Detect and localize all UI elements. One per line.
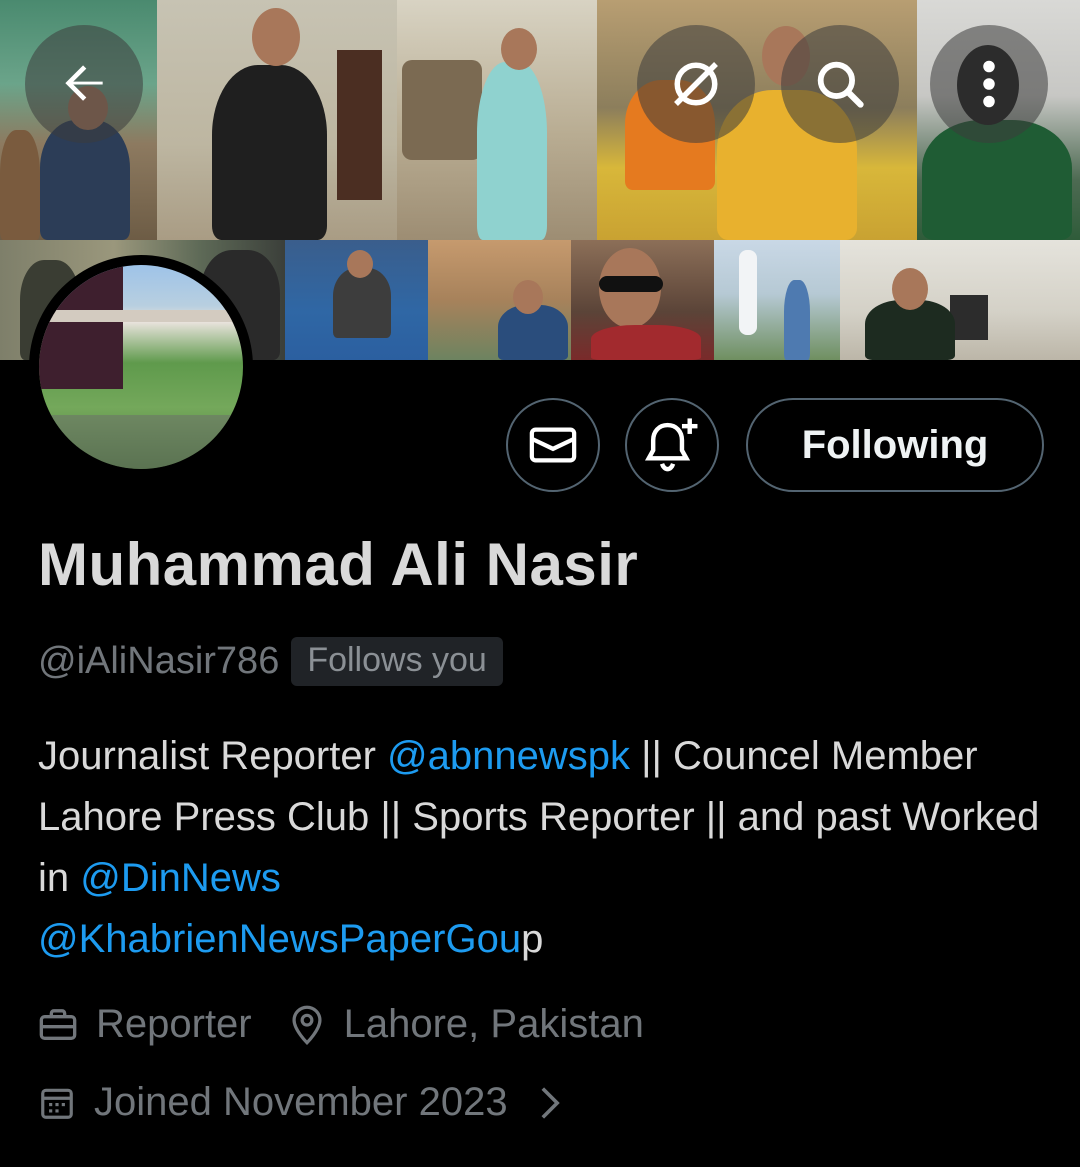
back-arrow-icon [65,65,103,101]
bio-text: Journalist Reporter [38,734,388,778]
profession-item: Reporter [38,1002,252,1047]
hide-profile-button[interactable] [637,25,755,143]
banner-photo-11 [840,240,1080,360]
profile-bio: Journalist Reporter @abnnewspk || Counce… [38,726,1048,970]
search-button[interactable] [781,25,899,143]
message-button[interactable] [506,398,600,492]
joined-label: Joined November 2023 [94,1080,508,1124]
location-label: Lahore, Pakistan [343,1002,644,1046]
banner-photo-3 [397,0,597,240]
bio-mention-dinnews[interactable]: @DinNews [80,856,281,900]
briefcase-icon [39,1008,77,1040]
joined-row[interactable]: Joined November 2023 [38,1080,562,1125]
location-pin-icon [292,1005,322,1045]
banner-photo-10 [714,240,840,360]
following-button[interactable]: Following [746,398,1044,492]
location-item: Lahore, Pakistan [288,1002,644,1047]
more-options-button[interactable] [930,25,1048,143]
handle-row: @iAliNasir786 Follows you [38,637,503,686]
notification-button[interactable] [625,398,719,492]
joined-item: Joined November 2023 [38,1080,508,1125]
calendar-icon [41,1088,73,1119]
banner-photo-7 [285,240,428,360]
back-button[interactable] [25,25,143,143]
more-vertical-icon [983,60,995,108]
avatar-image [39,265,243,469]
bio-mention-abnnewspk[interactable]: @abnnewspk [387,734,630,778]
search-icon [817,61,864,108]
avatar[interactable] [29,255,253,479]
banner-photo-9 [571,240,714,360]
envelope-icon [529,427,577,463]
display-name: Muhammad Ali Nasir [38,531,639,598]
follows-you-badge: Follows you [291,637,503,686]
bio-mention-khabrien[interactable]: @KhabrienNewsPaperGou [38,917,521,961]
chevron-right-icon[interactable] [538,1085,562,1121]
banner-photo-8 [428,240,571,360]
profile-meta-row: Reporter Lahore, Pakistan [38,1002,680,1047]
bell-plus-icon [644,418,698,472]
user-handle: @iAliNasir786 [38,640,280,682]
profession-label: Reporter [96,1002,252,1046]
hide-eye-slash-icon [674,62,718,106]
banner-photo-2 [157,0,397,240]
bio-text: p [521,917,544,961]
